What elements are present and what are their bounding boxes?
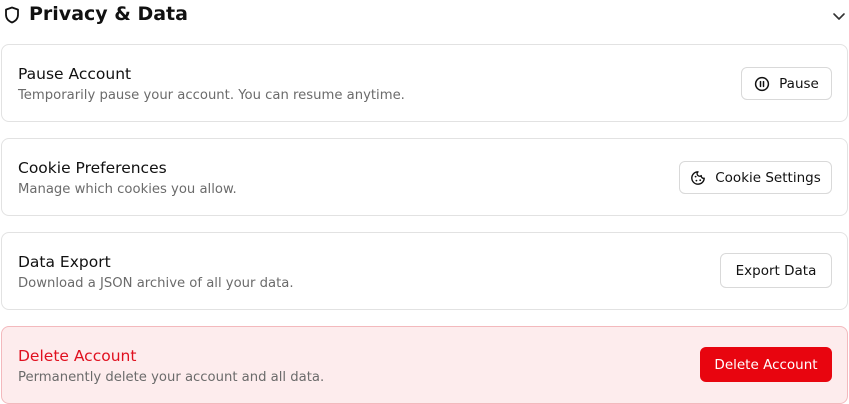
section-title: Privacy & Data	[29, 3, 188, 25]
delete-account-title: Delete Account	[18, 347, 137, 365]
data-export-description: Download a JSON archive of all your data…	[18, 276, 294, 291]
export-data-button-label: Export Data	[735, 262, 817, 279]
delete-account-button[interactable]: Delete Account	[700, 347, 832, 382]
pause-circle-icon	[754, 76, 770, 92]
pause-account-description: Temporarily pause your account. You can …	[18, 88, 405, 103]
data-export-card: Data Export Download a JSON archive of a…	[1, 232, 848, 310]
pause-account-title: Pause Account	[18, 65, 132, 83]
pause-button[interactable]: Pause	[741, 67, 832, 100]
section-header[interactable]: Privacy & Data	[0, 0, 849, 30]
cookie-settings-button-label: Cookie Settings	[715, 169, 821, 186]
export-data-button[interactable]: Export Data	[720, 253, 832, 288]
cookie-preferences-card: Cookie Preferences Manage which cookies …	[1, 138, 848, 216]
data-export-title: Data Export	[18, 253, 111, 271]
shield-icon	[4, 6, 20, 24]
delete-account-button-label: Delete Account	[714, 356, 818, 373]
cookie-icon	[690, 170, 706, 186]
cookie-preferences-description: Manage which cookies you allow.	[18, 182, 237, 197]
pause-button-label: Pause	[779, 75, 819, 92]
pause-account-card: Pause Account Temporarily pause your acc…	[1, 44, 848, 122]
cookie-settings-button[interactable]: Cookie Settings	[679, 161, 832, 194]
cookie-preferences-title: Cookie Preferences	[18, 159, 167, 177]
delete-account-card: Delete Account Permanently delete your a…	[1, 326, 848, 404]
delete-account-description: Permanently delete your account and all …	[18, 370, 325, 385]
chevron-down-icon[interactable]	[831, 8, 847, 22]
